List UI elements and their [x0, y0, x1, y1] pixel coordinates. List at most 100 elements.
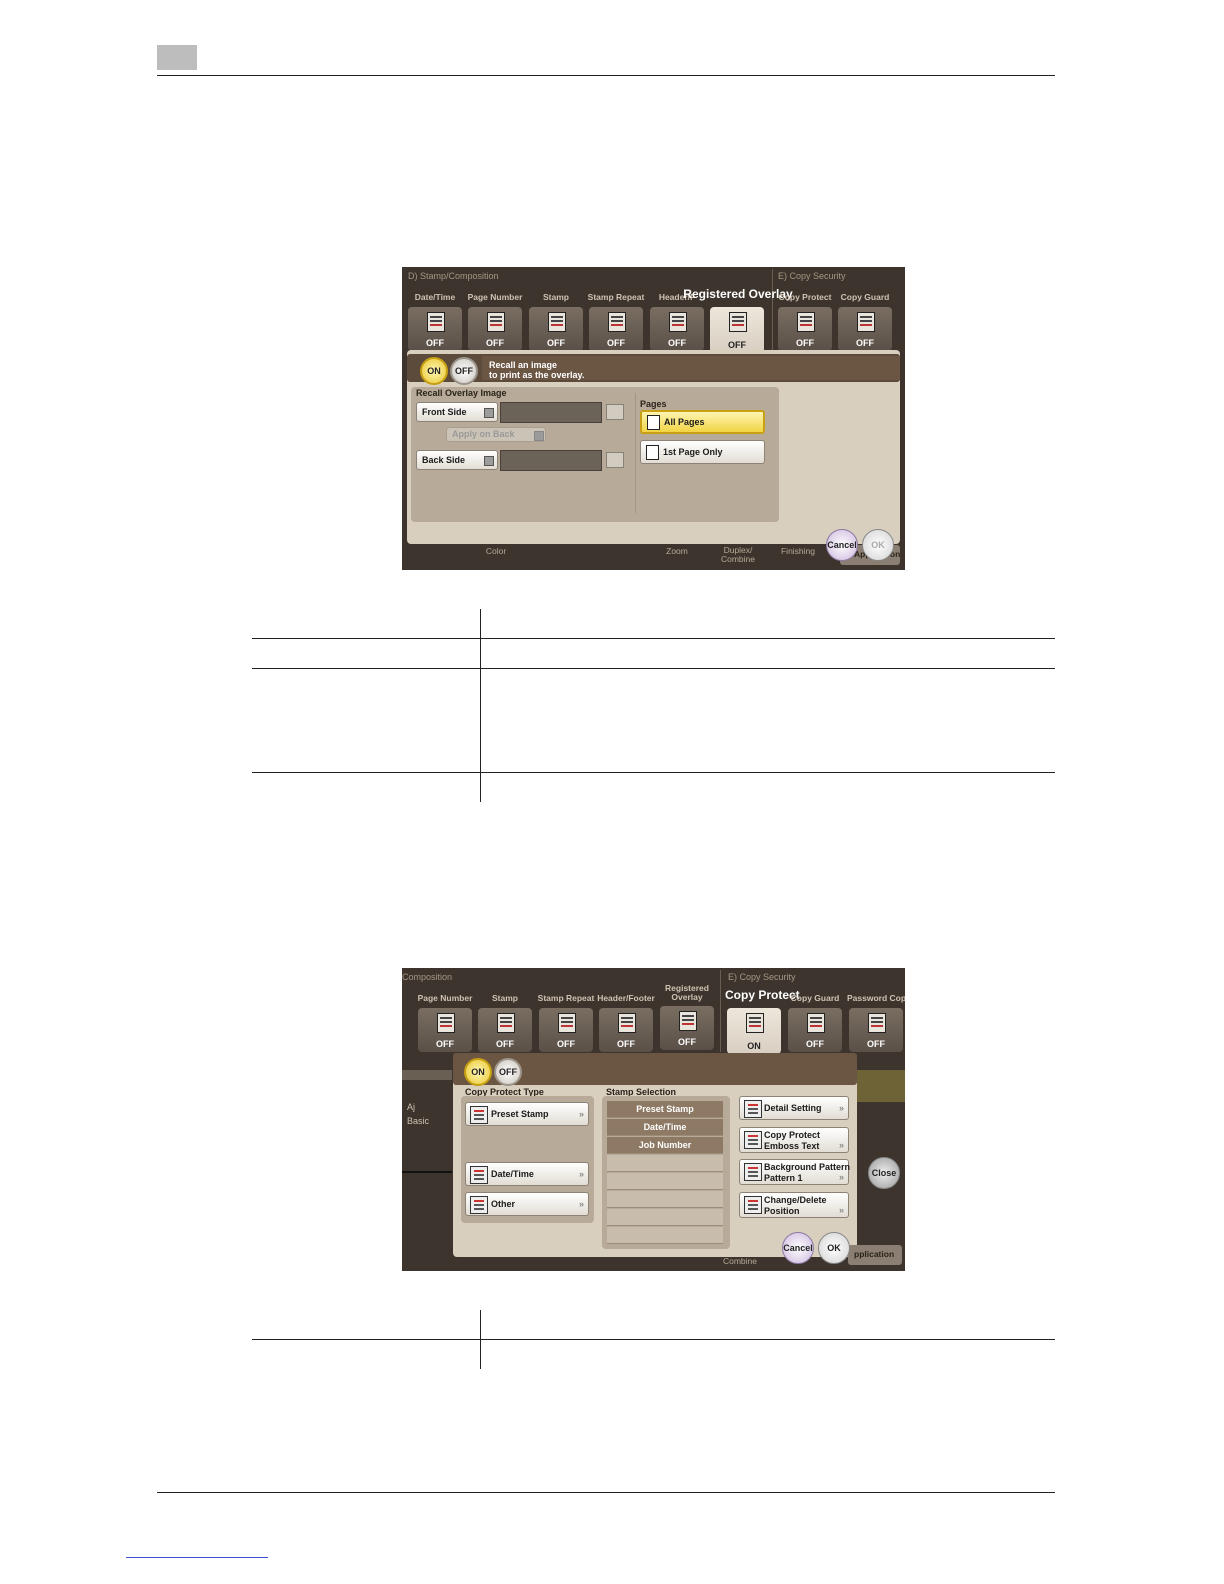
copy-protect-dialog: ON OFF Copy Protect Type Preset Stamp» D… [453, 1053, 857, 1257]
group-divider [772, 269, 773, 351]
stamp-list-item[interactable]: Date/Time [607, 1119, 723, 1136]
position-icon [744, 1196, 762, 1214]
stamp-selection-list: Preset Stamp Date/Time Job Number [602, 1096, 730, 1249]
tab-combine[interactable]: Combine [720, 1256, 760, 1266]
front-side-field [500, 402, 602, 423]
left-label-a: Aj [407, 1102, 416, 1112]
on-button[interactable]: ON [420, 357, 448, 385]
group-composition: Composition [402, 972, 453, 982]
stamp-icon [548, 312, 566, 332]
tab-zoom[interactable]: Zoom [664, 546, 690, 556]
fn-copy-guard[interactable]: Copy Guard OFF [836, 292, 894, 351]
page-number-icon [437, 1013, 455, 1033]
ok-button[interactable]: OK [818, 1232, 850, 1264]
off-button[interactable]: OFF [494, 1058, 522, 1086]
footer-rule [157, 1492, 1055, 1493]
preset-stamp-button[interactable]: Preset Stamp» [465, 1102, 589, 1126]
group-stamp-composition: D) Stamp/Composition [408, 271, 499, 281]
ok-button[interactable]: OK [862, 529, 894, 561]
cancel-button[interactable]: Cancel [826, 529, 858, 561]
fn-page-number[interactable]: Page Number OFF [416, 993, 474, 1052]
registered-overlay-icon [729, 312, 747, 332]
date-time-icon [470, 1166, 488, 1184]
pages-icon [646, 445, 659, 461]
change-delete-position-button[interactable]: Change/Delete Position» [739, 1192, 849, 1218]
group-copy-security: E) Copy Security [728, 972, 796, 982]
stamp-list-item[interactable] [607, 1155, 723, 1172]
fn-stamp[interactable]: Stamp OFF [476, 993, 534, 1052]
fn-copy-guard[interactable]: Copy Guard OFF [786, 993, 844, 1052]
date-time-button[interactable]: Date/Time» [465, 1162, 589, 1186]
footer-link-underline[interactable] [126, 1557, 268, 1558]
list-icon[interactable] [606, 404, 624, 420]
other-button[interactable]: Other» [465, 1192, 589, 1216]
close-button[interactable]: Close [868, 1157, 900, 1189]
recall-overlay-label: Recall Overlay Image [416, 388, 507, 398]
detail-setting-button[interactable]: Detail Setting» [739, 1096, 849, 1120]
fn-stamp-repeat[interactable]: Stamp Repeat OFF [587, 292, 645, 351]
header-footer-icon [669, 312, 687, 332]
off-button[interactable]: OFF [450, 357, 478, 385]
fn-password-copy[interactable]: Password Copy OFF [847, 993, 905, 1052]
stamp-repeat-icon [608, 312, 626, 332]
stamp-list-item[interactable] [607, 1173, 723, 1190]
fn-label: Date/Time [414, 292, 456, 302]
header-footer-icon [618, 1013, 636, 1033]
copy-protect-icon [744, 1131, 762, 1149]
group-copy-security: E) Copy Security [778, 271, 846, 281]
fn-stamp-repeat[interactable]: Stamp Repeat OFF [537, 993, 595, 1052]
fn-header-footer[interactable]: Header/Footer OFF [597, 993, 655, 1052]
tab-application[interactable]: pplication [848, 1245, 902, 1265]
settings-area: Recall Overlay Image Front Side Apply on… [411, 387, 779, 522]
apply-on-back-button[interactable]: Apply on Back [446, 427, 546, 442]
copy-protect-icon [746, 1013, 764, 1033]
all-pages-button[interactable]: All Pages [640, 410, 765, 434]
tab-duplex-combine[interactable]: Duplex/ Combine [718, 546, 758, 564]
copy-protect-icon [797, 312, 815, 332]
dialog-header: Recall an image to print as the overlay. [407, 354, 900, 382]
first-page-only-button[interactable]: 1st Page Only [640, 440, 765, 464]
tab-color[interactable]: Color [482, 546, 510, 556]
fn-copy-protect[interactable]: Copy Protect ON [725, 988, 800, 1054]
fn-label: Stamp [543, 292, 569, 302]
preset-stamp-icon [470, 1106, 488, 1124]
page-icon [647, 415, 660, 431]
fn-label: Copy Protect [778, 292, 832, 302]
fn-page-number[interactable]: Page Number OFF [466, 292, 524, 351]
stamp-list-item[interactable] [607, 1191, 723, 1208]
tab-finishing[interactable]: Finishing [778, 546, 818, 556]
stamp-repeat-icon [558, 1013, 576, 1033]
fn-registered-overlay[interactable]: Registered Overlay OFF [683, 287, 793, 353]
stamp-list-item[interactable]: Preset Stamp [607, 1101, 723, 1118]
on-button[interactable]: ON [464, 1058, 492, 1086]
registered-overlay-icon [679, 1011, 697, 1031]
back-side-button[interactable]: Back Side [416, 450, 498, 470]
fn-stamp[interactable]: Stamp OFF [527, 292, 585, 351]
left-label-basic: Basic [407, 1116, 430, 1126]
checkbox-icon [484, 456, 494, 466]
back-side-field [500, 450, 602, 471]
dialog-message: Recall an image to print as the overlay. [489, 360, 585, 380]
list-icon[interactable] [606, 452, 624, 468]
copy-protect-screen: Composition E) Copy Security Page Number… [402, 968, 905, 1271]
checkbox-icon [534, 431, 544, 441]
copy-guard-icon [807, 1013, 825, 1033]
background-pattern-button[interactable]: Background Pattern Pattern 1» [739, 1159, 850, 1185]
registered-overlay-screen: D) Stamp/Composition E) Copy Security Da… [402, 267, 905, 570]
emboss-text-button[interactable]: Copy Protect Emboss Text» [739, 1127, 849, 1153]
stamp-icon [497, 1013, 515, 1033]
header-rule [157, 75, 1055, 76]
checkbox-icon [484, 408, 494, 418]
cancel-button[interactable]: Cancel [782, 1232, 814, 1264]
fn-label: Page Number [467, 292, 523, 302]
fn-copy-protect[interactable]: Copy Protect OFF [776, 292, 834, 351]
stamp-list-item[interactable] [607, 1227, 723, 1244]
fn-date-time[interactable]: Date/Time OFF [406, 292, 464, 351]
stamp-list-item[interactable] [607, 1209, 723, 1226]
stamp-list-item[interactable]: Job Number [607, 1137, 723, 1154]
copy-guard-icon [857, 312, 875, 332]
background-pattern-icon [744, 1163, 762, 1181]
fn-registered-overlay[interactable]: Registered Overlay OFF [658, 984, 716, 1050]
chapter-number-box [157, 45, 197, 70]
front-side-button[interactable]: Front Side [416, 402, 498, 422]
